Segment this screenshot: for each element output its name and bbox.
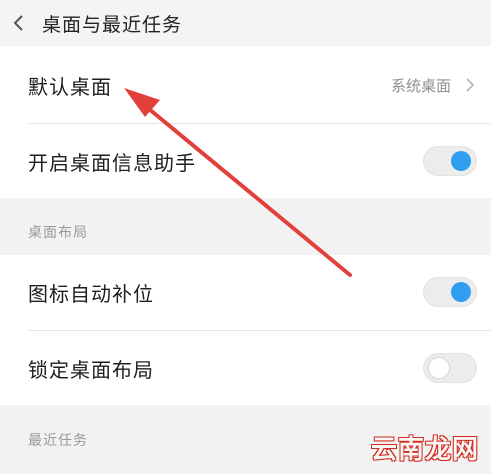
default-launcher-value: 系统桌面 — [390, 76, 451, 95]
toggle-knob — [451, 282, 471, 302]
back-button[interactable] — [8, 13, 28, 33]
icon-autofill-row[interactable]: 图标自动补位 — [0, 255, 491, 330]
icon-autofill-toggle[interactable] — [423, 277, 477, 307]
section-title-layout: 桌面布局 — [28, 225, 88, 241]
page-title: 桌面与最近任务 — [42, 13, 183, 36]
info-assistant-row[interactable]: 开启桌面信息助手 — [0, 124, 491, 198]
watermark: 云南龙网 — [370, 435, 479, 465]
info-assistant-label: 开启桌面信息助手 — [28, 150, 196, 175]
default-launcher-label: 默认桌面 — [28, 74, 112, 99]
lock-layout-toggle[interactable] — [423, 353, 477, 383]
lock-layout-label: 锁定桌面布局 — [28, 357, 154, 382]
toggle-knob — [451, 151, 471, 171]
chevron-right-icon — [466, 78, 475, 92]
chevron-left-icon — [13, 15, 23, 31]
app-header: 桌面与最近任务 — [0, 0, 491, 46]
default-launcher-row[interactable]: 默认桌面 系统桌面 — [0, 46, 491, 124]
icon-autofill-label: 图标自动补位 — [28, 282, 154, 306]
toggle-knob — [429, 358, 449, 378]
info-assistant-toggle[interactable] — [423, 146, 477, 176]
section-title-recents: 最近任务 — [28, 433, 88, 449]
lock-layout-row[interactable]: 锁定桌面布局 — [0, 331, 491, 405]
